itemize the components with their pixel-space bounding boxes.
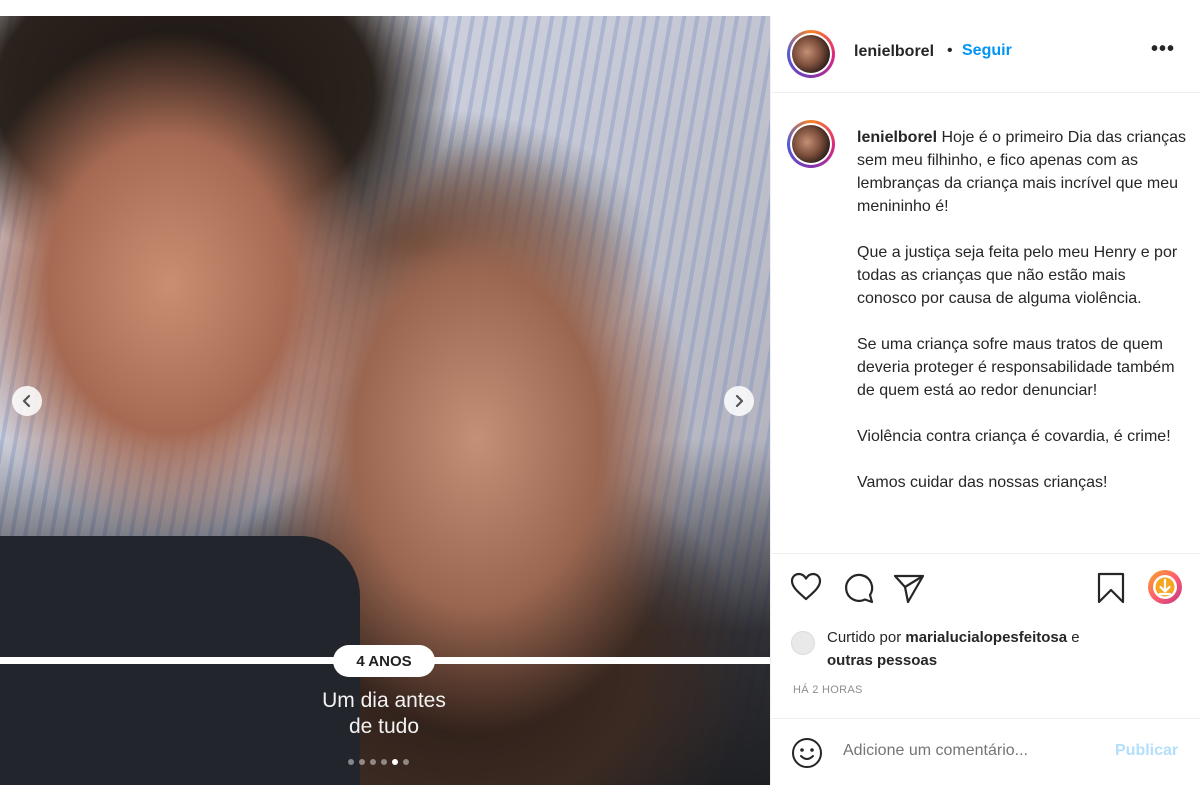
image-tagline: Um dia antes de tudo — [284, 688, 484, 740]
tagline-line-2: de tudo — [348, 715, 420, 738]
carousel-next-button[interactable] — [724, 386, 754, 416]
caption-paragraph-3: Se uma criança sofre maus tratos de quem… — [857, 336, 1175, 399]
follow-button[interactable]: Seguir — [962, 42, 1012, 60]
like-button[interactable] — [790, 572, 822, 602]
heart-icon — [790, 572, 822, 601]
liked-by-prefix: Curtido por — [827, 629, 902, 646]
carousel-dot — [348, 759, 354, 765]
age-badge: 4 ANOS — [333, 645, 435, 677]
header-username[interactable]: lenielborel — [854, 43, 934, 61]
share-icon — [893, 574, 925, 604]
download-icon — [1148, 570, 1182, 604]
caption-paragraph-4: Violência contra criança é covardia, é c… — [857, 428, 1171, 445]
carousel-dot — [381, 759, 387, 765]
carousel-dot — [392, 759, 398, 765]
caption-paragraph-5: Vamos cuidar das nossas crianças! — [857, 474, 1108, 491]
liked-by-user[interactable]: marialucialopesfeitosa — [905, 629, 1067, 646]
tagline-line-1: Um dia antes — [322, 689, 446, 712]
comment-icon — [845, 573, 874, 604]
caption-avatar[interactable] — [787, 120, 835, 168]
avatar-image — [792, 125, 830, 163]
share-button[interactable] — [893, 572, 925, 604]
avatar[interactable] — [787, 30, 835, 78]
carousel-prev-button[interactable] — [12, 386, 42, 416]
comment-input[interactable] — [843, 742, 1083, 760]
bookmark-icon — [1097, 572, 1125, 604]
emoji-button[interactable] — [791, 737, 823, 774]
header-separator: • — [947, 42, 953, 59]
post-header: lenielborel • Seguir ••• — [771, 16, 1200, 93]
download-button[interactable] — [1147, 569, 1183, 605]
liked-by-avatar[interactable] — [791, 631, 815, 655]
chevron-right-icon — [735, 394, 744, 408]
liked-by: Curtido por marialucialopesfeitosa e out… — [791, 626, 1175, 672]
action-bar: Curtido por marialucialopesfeitosa e out… — [771, 553, 1200, 784]
post-timestamp[interactable]: HÁ 2 HORAS — [793, 684, 863, 696]
save-button[interactable] — [1097, 572, 1125, 604]
post-sidebar: lenielborel • Seguir ••• lenielborel Hoj… — [770, 16, 1200, 785]
post-image[interactable]: 4 ANOS Um dia antes de tudo — [0, 16, 770, 785]
comment-button[interactable] — [843, 572, 875, 604]
emoji-icon — [792, 738, 822, 768]
caption-paragraph-2: Que a justiça seja feita pelo meu Henry … — [857, 244, 1178, 307]
comment-box: Publicar — [771, 718, 1200, 785]
carousel-dot — [403, 759, 409, 765]
caption-text: lenielborel Hoje é o primeiro Dia das cr… — [857, 126, 1187, 517]
avatar-image — [792, 35, 830, 73]
publish-button[interactable]: Publicar — [1115, 742, 1178, 760]
carousel-dot — [370, 759, 376, 765]
carousel-dot — [359, 759, 365, 765]
liked-by-others[interactable]: outras pessoas — [827, 652, 937, 669]
caption-username[interactable]: lenielborel — [857, 129, 937, 146]
carousel-indicator — [348, 759, 409, 765]
chevron-left-icon — [22, 394, 31, 408]
more-options-button[interactable]: ••• — [1151, 38, 1175, 61]
caption-area: lenielborel Hoje é o primeiro Dia das cr… — [771, 93, 1200, 553]
liked-by-connector: e — [1071, 629, 1080, 646]
